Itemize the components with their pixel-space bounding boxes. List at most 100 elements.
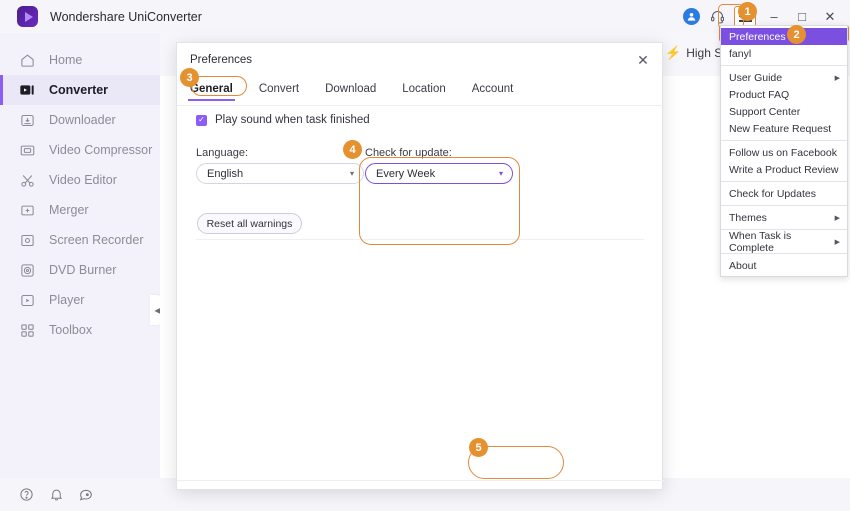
user-avatar-icon[interactable] [678,4,704,30]
check-for-update-select[interactable]: Every Week ▾ [365,163,513,184]
play-logo-icon [17,6,38,27]
preferences-dialog: Preferences ✕ General Convert Download L… [176,42,663,490]
footer-divider [177,480,664,481]
menu-label: Preferences [729,31,786,43]
tabs-divider [177,105,664,106]
menu-label: User Guide [729,72,782,84]
sidebar-item-video-editor[interactable]: Video Editor [0,165,160,195]
dialog-title: Preferences [190,54,252,66]
sidebar-label: Toolbox [49,323,92,337]
app-window: Wondershare UniConverter – □ ✕ [0,0,850,511]
menu-item-support-center[interactable]: Support Center [721,103,847,120]
menu-label: New Feature Request [729,123,831,135]
bell-icon[interactable] [47,486,65,504]
high-speed-label: High S [686,46,722,60]
screen-record-icon [18,231,36,249]
scissors-icon [18,171,36,189]
chevron-right-icon: ▶ [835,214,840,222]
home-icon [18,51,36,69]
sidebar-item-screen-recorder[interactable]: Screen Recorder [0,225,160,255]
annotation-badge-2: 2 [787,25,806,44]
menu-item-when-task-is-complete[interactable]: When Task is Complete ▶ [721,233,847,250]
tab-location[interactable]: Location [402,83,445,95]
grid-icon [18,321,36,339]
language-select[interactable]: English ▾ [196,163,364,184]
play-sound-label: Play sound when task finished [215,114,370,126]
tab-download[interactable]: Download [325,83,376,95]
play-sound-checkbox[interactable]: ✓ [196,115,207,126]
menu-separator [721,181,847,182]
annotation-badge-3: 3 [180,68,199,87]
menu-item-themes[interactable]: Themes ▶ [721,209,847,226]
sidebar-label: Player [49,293,84,307]
chevron-right-icon: ▶ [835,238,840,246]
language-value: English [207,168,243,180]
tab-general[interactable]: General [190,83,233,95]
menu-item-user-guide[interactable]: User Guide ▶ [721,69,847,86]
sidebar-label: Screen Recorder [49,233,144,247]
app-title: Wondershare UniConverter [50,10,202,24]
sidebar-label: Video Editor [49,173,117,187]
sidebar-label: Video Compressor [49,143,152,157]
menu-item-write-a-product-review[interactable]: Write a Product Review [721,161,847,178]
annotation-badge-5: 5 [469,438,488,457]
menu-item-product-faq[interactable]: Product FAQ [721,86,847,103]
sidebar-label: Merger [49,203,89,217]
sidebar-label: Home [49,53,82,67]
question-circle-icon[interactable] [17,486,35,504]
sidebar-label: DVD Burner [49,263,116,277]
sidebar-item-video-compressor[interactable]: Video Compressor [0,135,160,165]
feedback-icon[interactable] [77,486,95,504]
menu-label: When Task is Complete [729,230,839,254]
menu-separator [721,65,847,66]
sidebar-item-converter[interactable]: Converter [0,75,160,105]
chevron-down-icon: ▾ [499,169,503,178]
menu-item-check-for-updates[interactable]: Check for Updates [721,185,847,202]
menu-label: About [729,260,756,272]
menu-label: Check for Updates [729,188,816,200]
player-icon [18,291,36,309]
sidebar-label: Converter [49,83,108,97]
menu-item-follow-us-on-facebook[interactable]: Follow us on Facebook [721,144,847,161]
sidebar-item-merger[interactable]: Merger [0,195,160,225]
check-update-label: Check for update: [365,147,452,159]
menu-item-preferences[interactable]: Preferences [721,28,847,45]
menu-separator [721,205,847,206]
download-icon [18,111,36,129]
tab-account[interactable]: Account [472,83,514,95]
menu-item-fanyl[interactable]: fanyl [721,45,847,62]
lightning-bolt-icon: ⚡ [665,45,681,61]
menu-separator [721,140,847,141]
language-label: Language: [196,147,248,159]
dialog-tabs: General Convert Download Location Accoun… [177,76,664,102]
tab-convert[interactable]: Convert [259,83,299,95]
sidebar-item-home[interactable]: Home [0,45,160,75]
chevron-down-icon: ▾ [350,169,354,178]
sidebar-label: Downloader [49,113,116,127]
annotation-badge-1: 1 [738,2,757,21]
menu-item-new-feature-request[interactable]: New Feature Request [721,120,847,137]
sidebar-item-dvd-burner[interactable]: DVD Burner [0,255,160,285]
high-speed-conversion-toggle[interactable]: ⚡ High S [665,45,722,61]
menu-label: Write a Product Review [729,164,839,176]
check-update-value: Every Week [376,168,435,180]
sidebar-item-player[interactable]: Player [0,285,160,315]
menu-label: Support Center [729,106,800,118]
merge-icon [18,201,36,219]
play-sound-row[interactable]: ✓ Play sound when task finished [196,114,370,126]
reset-all-warnings-button[interactable]: Reset all warnings [197,213,302,234]
compressor-icon [18,141,36,159]
close-icon[interactable]: ✕ [634,51,652,69]
sidebar-item-toolbox[interactable]: Toolbox [0,315,160,345]
disc-icon [18,261,36,279]
menu-label: Product FAQ [729,89,789,101]
sidebar: Home Converter Downloader Video Compress… [0,33,160,478]
menu-item-about[interactable]: About [721,257,847,274]
menu-label: Follow us on Facebook [729,147,837,159]
menu-label: Themes [729,212,767,224]
menu-label: fanyl [729,48,751,60]
sidebar-item-downloader[interactable]: Downloader [0,105,160,135]
section-divider [196,239,644,240]
chevron-right-icon: ▶ [835,74,840,82]
annotation-badge-4: 4 [343,140,362,159]
